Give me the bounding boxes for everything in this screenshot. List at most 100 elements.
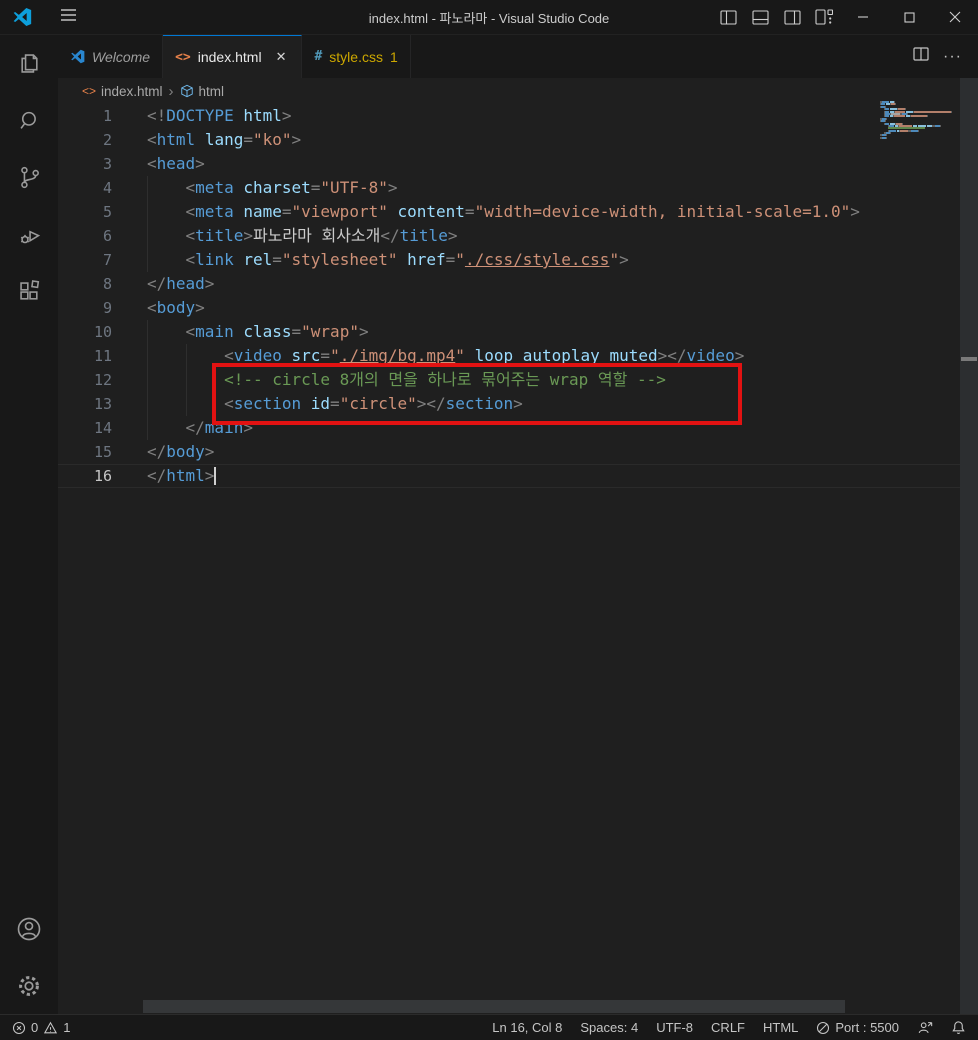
indent-guide-line bbox=[147, 392, 148, 416]
code-line-text: <main class="wrap"> bbox=[185, 322, 369, 341]
indentation[interactable]: Spaces: 4 bbox=[571, 1015, 647, 1040]
breadcrumb-separator-icon: › bbox=[168, 82, 174, 100]
minimize-button[interactable] bbox=[840, 0, 886, 34]
line-number[interactable]: 7 bbox=[58, 248, 112, 272]
maximize-button[interactable] bbox=[886, 0, 932, 34]
toggle-primary-sidebar-icon[interactable] bbox=[712, 0, 744, 34]
account-icon[interactable] bbox=[0, 900, 58, 957]
line-number[interactable]: 13 bbox=[58, 392, 112, 416]
line-number[interactable]: 11 bbox=[58, 344, 112, 368]
indent-guide-line bbox=[185, 344, 187, 368]
line-number[interactable]: 5 bbox=[58, 200, 112, 224]
code-line-text: <!-- circle 8개의 면을 하나로 묶어주는 wrap 역할 --> bbox=[224, 370, 666, 389]
code-line[interactable]: 10 <main class="wrap"> bbox=[58, 320, 978, 344]
code-line[interactable]: 12 <!-- circle 8개의 면을 하나로 묶어주는 wrap 역할 -… bbox=[58, 368, 978, 392]
line-number[interactable]: 12 bbox=[58, 368, 112, 392]
extensions-icon[interactable] bbox=[0, 263, 58, 320]
circle-slash-icon bbox=[817, 1021, 830, 1034]
indent-guide-line bbox=[147, 344, 148, 368]
error-count: 0 bbox=[31, 1020, 39, 1035]
toggle-secondary-sidebar-icon[interactable] bbox=[776, 0, 808, 34]
code-line[interactable]: 6 <title>파노라마 회사소개</title> bbox=[58, 224, 978, 248]
breadcrumb-file[interactable]: <> index.html bbox=[82, 84, 163, 99]
tab-index-html[interactable]: <> index.html ✕ bbox=[163, 35, 303, 78]
customize-layout-icon[interactable] bbox=[808, 0, 840, 34]
breadcrumb-symbol-label: html bbox=[198, 83, 225, 99]
line-number[interactable]: 6 bbox=[58, 224, 112, 248]
feedback-icon[interactable] bbox=[908, 1015, 942, 1040]
html-file-icon: <> bbox=[175, 49, 191, 65]
line-number[interactable]: 10 bbox=[58, 320, 112, 344]
code-line[interactable]: 15 </body> bbox=[58, 440, 978, 464]
code-line-text: <!DOCTYPE html> bbox=[147, 106, 292, 125]
more-actions-icon[interactable]: ··· bbox=[943, 48, 962, 66]
tab-style-css[interactable]: # style.css 1 bbox=[302, 35, 411, 78]
vertical-scrollbar[interactable] bbox=[960, 78, 978, 1014]
code-line[interactable]: 2 <html lang="ko"> bbox=[58, 128, 978, 152]
run-debug-icon[interactable] bbox=[0, 206, 58, 263]
line-number[interactable]: 1 bbox=[58, 104, 112, 128]
line-number[interactable]: 15 bbox=[58, 440, 112, 464]
tab-label: style.css bbox=[329, 48, 383, 65]
notifications-bell-icon[interactable] bbox=[942, 1015, 968, 1040]
title-bar: index.html - 파노라마 - Visual Studio Code bbox=[0, 0, 978, 35]
code-line[interactable]: 16 </html> bbox=[58, 464, 978, 488]
close-tab-icon[interactable]: ✕ bbox=[273, 48, 290, 66]
breadcrumb-file-label: index.html bbox=[101, 83, 163, 99]
horizontal-scrollbar[interactable] bbox=[143, 1000, 845, 1013]
warning-icon bbox=[44, 1021, 58, 1033]
eol-sequence[interactable]: CRLF bbox=[702, 1015, 754, 1040]
indent-guide-line bbox=[185, 368, 187, 392]
problem-count-badge: 1 bbox=[389, 48, 398, 65]
code-line[interactable]: 5 <meta name="viewport" content="width=d… bbox=[58, 200, 978, 224]
encoding[interactable]: UTF-8 bbox=[647, 1015, 702, 1040]
line-number[interactable]: 3 bbox=[58, 152, 112, 176]
code-line[interactable]: 1 <!DOCTYPE html> bbox=[58, 104, 978, 128]
code-line-text: <link rel="stylesheet" href="./css/style… bbox=[185, 250, 629, 269]
activity-bar bbox=[0, 35, 58, 1014]
line-number[interactable]: 2 bbox=[58, 128, 112, 152]
cursor-position[interactable]: Ln 16, Col 8 bbox=[483, 1015, 571, 1040]
settings-gear-icon[interactable] bbox=[0, 957, 58, 1014]
tab-welcome[interactable]: Welcome bbox=[58, 35, 164, 78]
code-line[interactable]: 8 </head> bbox=[58, 272, 978, 296]
code-line[interactable]: 13 <section id="circle"></section> bbox=[58, 392, 978, 416]
menu-icon[interactable] bbox=[56, 4, 81, 31]
line-number[interactable]: 9 bbox=[58, 296, 112, 320]
toggle-panel-icon[interactable] bbox=[744, 0, 776, 34]
live-server-port[interactable]: Port : 5500 bbox=[807, 1015, 908, 1040]
text-cursor bbox=[214, 466, 217, 485]
code-lines: 1 <!DOCTYPE html> 2 <html lang="ko"> 3 <head>… bbox=[58, 104, 978, 488]
code-line[interactable]: 4 <meta charset="UTF-8"> bbox=[58, 176, 978, 200]
code-line[interactable]: 3 <head> bbox=[58, 152, 978, 176]
problems-indicator[interactable]: 0 1 bbox=[10, 1015, 74, 1040]
indent-guide-line bbox=[147, 176, 148, 200]
source-control-icon[interactable] bbox=[0, 149, 58, 206]
cursor-overview-mark bbox=[961, 357, 977, 361]
language-mode[interactable]: HTML bbox=[754, 1015, 807, 1040]
line-number[interactable]: 16 bbox=[58, 464, 112, 488]
indent-guide-line bbox=[147, 248, 148, 272]
minimap-content bbox=[880, 101, 960, 139]
tab-bar: Welcome <> index.html ✕ # style.css 1 ··… bbox=[58, 35, 978, 78]
css-file-icon: # bbox=[314, 49, 323, 64]
code-line[interactable]: 11 <video src="./img/bg.mp4" loop autopl… bbox=[58, 344, 978, 368]
code-line[interactable]: 9 <body> bbox=[58, 296, 978, 320]
search-icon[interactable] bbox=[0, 92, 58, 149]
indent-guide-line bbox=[147, 224, 148, 248]
code-editor[interactable]: 1 <!DOCTYPE html> 2 <html lang="ko"> 3 <head>… bbox=[58, 104, 978, 488]
code-line[interactable]: 7 <link rel="stylesheet" href="./css/sty… bbox=[58, 248, 978, 272]
indent-guide-line bbox=[147, 200, 148, 224]
line-number[interactable]: 4 bbox=[58, 176, 112, 200]
minimap[interactable] bbox=[880, 101, 960, 139]
symbol-cube-icon bbox=[180, 84, 193, 98]
line-number[interactable]: 14 bbox=[58, 416, 112, 440]
breadcrumb-symbol[interactable]: html bbox=[180, 83, 225, 99]
explorer-icon[interactable] bbox=[0, 35, 58, 92]
code-line-text: <html lang="ko"> bbox=[147, 130, 302, 149]
close-window-button[interactable] bbox=[932, 0, 978, 34]
split-editor-icon[interactable] bbox=[913, 47, 929, 66]
line-number[interactable]: 8 bbox=[58, 272, 112, 296]
code-line-text: <video src="./img/bg.mp4" loop autoplay … bbox=[224, 346, 745, 365]
code-line[interactable]: 14 </main> bbox=[58, 416, 978, 440]
